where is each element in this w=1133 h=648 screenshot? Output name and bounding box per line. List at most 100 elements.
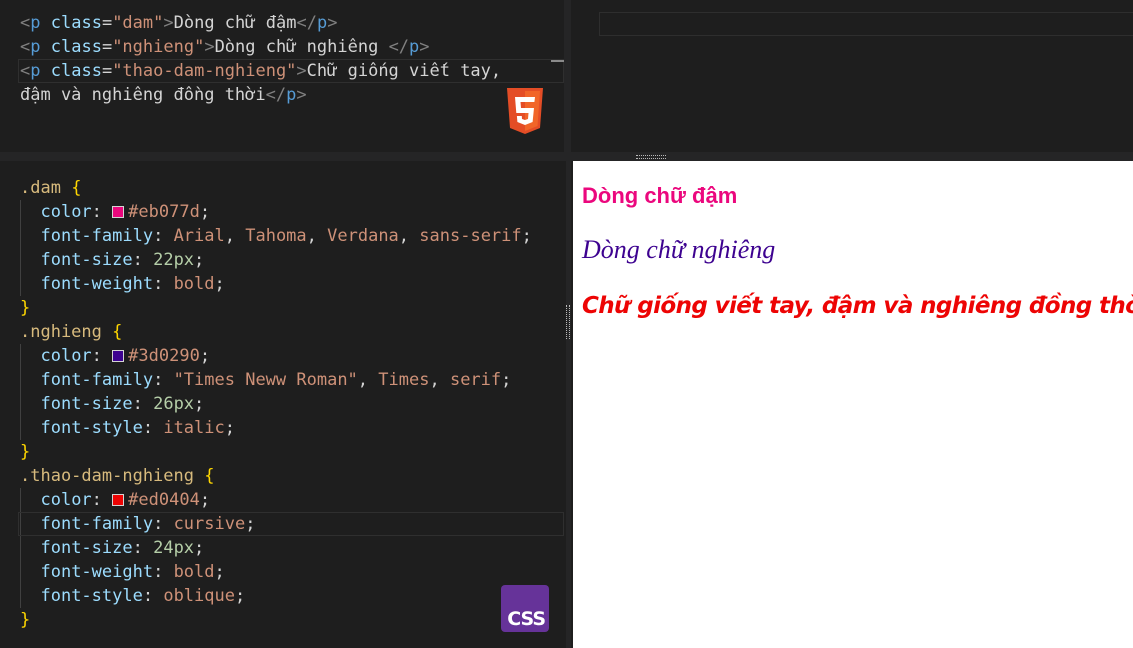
code-token: ; — [501, 370, 512, 390]
css-code-line[interactable]: color: #3d0290; — [20, 344, 532, 368]
css-code-line[interactable]: font-size: 22px; — [20, 248, 532, 272]
browser-preview: Dòng chữ đậm Dòng chữ nghiêng Chữ giống … — [573, 161, 1133, 648]
css-code-line[interactable]: font-family: cursive; — [20, 512, 532, 536]
code-token: ; — [194, 394, 205, 414]
code-token: ; — [214, 274, 225, 294]
code-token: ; — [194, 538, 205, 558]
html5-icon — [507, 88, 543, 134]
scrollbar-marker — [551, 60, 564, 62]
css-code-line[interactable]: font-style: oblique; — [20, 584, 532, 608]
css-code-line[interactable]: font-size: 26px; — [20, 392, 532, 416]
css-code-line[interactable]: color: #eb077d; — [20, 200, 532, 224]
code-token: > — [296, 85, 307, 105]
code-token: : — [153, 274, 174, 294]
css-code-line[interactable]: .thao-dam-nghieng { — [20, 464, 532, 488]
code-token: , — [398, 226, 420, 246]
html-code-line[interactable]: đậm và nghiêng đồng thời</p> — [20, 83, 501, 107]
css-editor[interactable]: .dam { color: #eb077d; font-family: Aria… — [0, 161, 566, 648]
code-token: 24px — [153, 538, 195, 558]
panel-input-box — [599, 12, 1133, 36]
code-token: oblique — [163, 586, 235, 606]
html-code-line[interactable]: <p class="nghieng">Dòng chữ nghiêng </p> — [20, 35, 501, 59]
html-editor[interactable]: <p class="dam">Dòng chữ đậm</p> <p class=… — [0, 0, 564, 152]
css-code-line[interactable]: font-family: Arial, Tahoma, Verdana, san… — [20, 224, 532, 248]
code-token: , — [429, 370, 450, 390]
html-code[interactable]: <p class="dam">Dòng chữ đậm</p> <p class=… — [20, 11, 501, 107]
css-code-line[interactable]: font-size: 24px; — [20, 536, 532, 560]
code-token: , — [224, 226, 246, 246]
html-code-line[interactable]: <p class="dam">Dòng chữ đậm</p> — [20, 11, 501, 35]
color-swatch[interactable] — [112, 206, 125, 218]
code-token: serif — [449, 370, 502, 390]
code-token: color — [40, 490, 92, 510]
code-token: #3d0290 — [128, 346, 200, 366]
code-token: < — [20, 13, 31, 33]
code-token: bold — [173, 562, 215, 582]
code-token: font-size — [40, 538, 133, 558]
css-code-line[interactable]: font-weight: bold; — [20, 272, 532, 296]
color-swatch[interactable] — [112, 494, 125, 506]
css-code-line[interactable]: font-weight: bold; — [20, 560, 532, 584]
code-token: , — [357, 370, 379, 390]
code-token: : — [132, 250, 154, 270]
code-token: = — [101, 61, 113, 81]
preview-handwriting-text: Chữ giống viết tay, đậm và nghiêng đồng … — [582, 293, 1133, 319]
css-code-line[interactable]: .dam { — [20, 176, 532, 200]
horizontal-splitter[interactable] — [0, 152, 573, 161]
code-token: </ — [265, 85, 287, 105]
code-token: } — [20, 298, 31, 318]
code-token: > — [163, 13, 174, 33]
code-token: bold — [173, 274, 215, 294]
css-code-line[interactable]: } — [20, 296, 532, 320]
code-token: Chữ giống viết tay, — [306, 61, 502, 81]
code-token: ; — [199, 346, 211, 366]
code-token: "Times Neww Roman" — [173, 370, 358, 390]
code-token: class — [50, 13, 102, 33]
output-panel — [571, 0, 1133, 152]
css-code-line[interactable]: } — [20, 608, 532, 632]
code-token: { — [204, 466, 215, 486]
code-token: sans-serif — [419, 226, 522, 246]
html-code-line[interactable]: <p class="thao-dam-nghieng">Chữ giống vi… — [20, 59, 501, 83]
css-code-line[interactable]: font-style: italic; — [20, 416, 532, 440]
color-swatch[interactable] — [112, 350, 125, 362]
code-token: Times — [378, 370, 430, 390]
code-token: font-size — [40, 250, 133, 270]
code-token: , — [306, 226, 328, 246]
code-token: : — [142, 418, 164, 438]
code-token: Dòng chữ nghiêng — [214, 37, 389, 57]
code-token: p — [30, 61, 41, 81]
code-token: ; — [224, 418, 235, 438]
code-token: } — [20, 610, 31, 630]
code-token: p — [30, 13, 41, 33]
code-token: : — [91, 490, 113, 510]
code-token: </ — [388, 37, 410, 57]
code-token: < — [20, 37, 31, 57]
css-code-line[interactable]: } — [20, 440, 532, 464]
css-code-line[interactable]: .nghieng { — [20, 320, 532, 344]
code-token: font-family — [40, 370, 154, 390]
code-token: ; — [194, 250, 205, 270]
resize-grip-horizontal[interactable] — [636, 155, 666, 159]
code-token: ; — [521, 226, 532, 246]
code-token: = — [101, 13, 113, 33]
code-token: italic — [163, 418, 225, 438]
css-code-line[interactable]: color: #ed0404; — [20, 488, 532, 512]
css-code[interactable]: .dam { color: #eb077d; font-family: Aria… — [20, 176, 532, 632]
resize-grip-vertical[interactable] — [566, 305, 570, 339]
code-token: font-weight — [40, 274, 154, 294]
css-code-line[interactable]: font-family: "Times Neww Roman", Times, … — [20, 368, 532, 392]
code-token: 22px — [153, 250, 195, 270]
code-token: Arial — [173, 226, 225, 246]
code-token: font-family — [40, 226, 154, 246]
css-icon: CSS — [501, 585, 549, 632]
